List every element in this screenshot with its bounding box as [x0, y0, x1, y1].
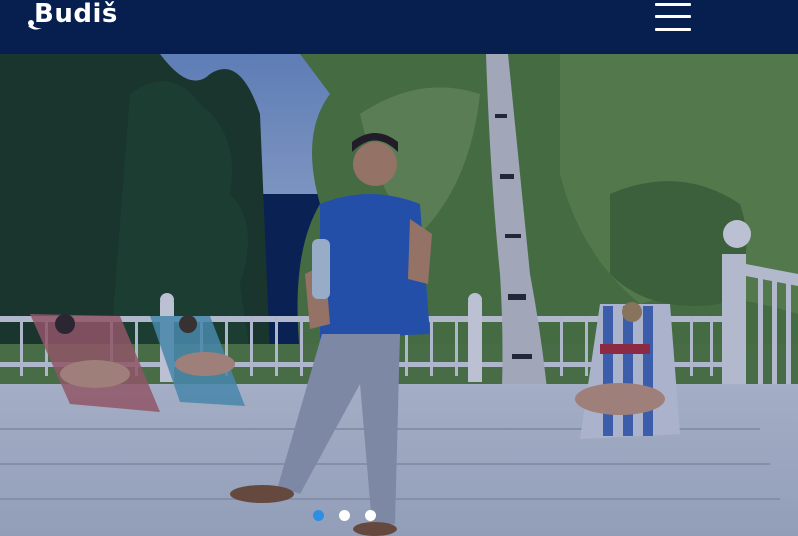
menu-button[interactable] — [655, 3, 691, 31]
hamburger-line — [655, 28, 691, 31]
hamburger-menu-icon — [655, 3, 691, 6]
logo-wave-icon — [28, 20, 42, 30]
hero-slide-image — [0, 54, 798, 536]
brand-logo[interactable]: Budiš — [26, 0, 118, 34]
site-header: Budiš — [0, 0, 798, 54]
carousel-dot-3[interactable] — [365, 510, 376, 521]
hamburger-line — [655, 15, 691, 18]
carousel-dot-1[interactable] — [313, 510, 324, 521]
carousel-indicators — [313, 510, 376, 522]
hero-photo — [0, 54, 798, 536]
carousel-dot-2[interactable] — [339, 510, 350, 521]
